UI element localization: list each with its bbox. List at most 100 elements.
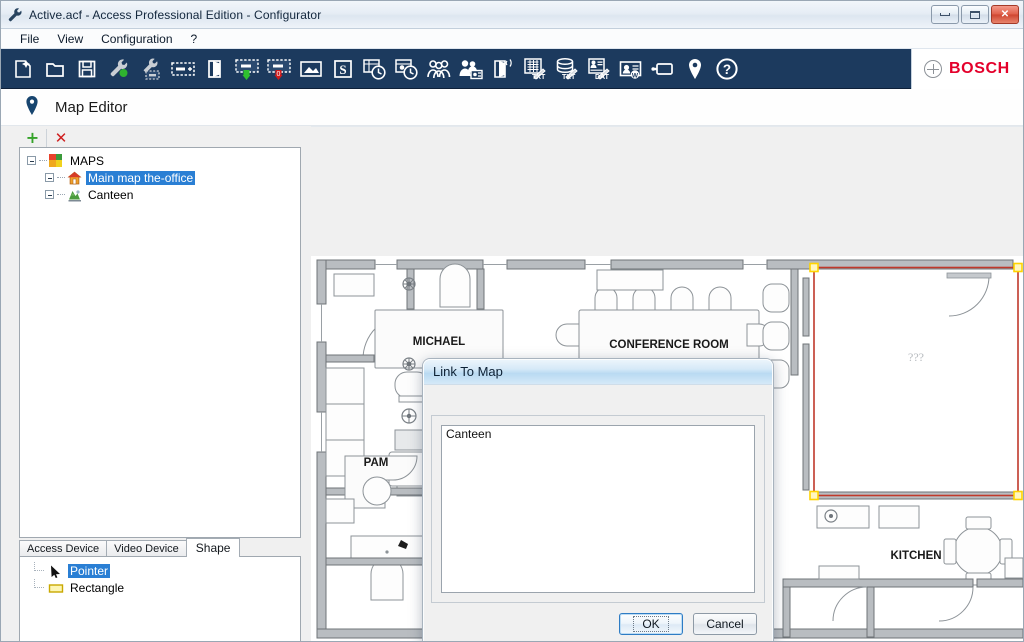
menu-bar: File View Configuration ? — [1, 29, 1023, 49]
configurator-window: Active.acf - Access Professional Edition… — [0, 0, 1024, 642]
delete-map-button[interactable]: ✕ — [47, 129, 75, 147]
minimize-button[interactable] — [931, 5, 959, 24]
dialog-title: Link To Map — [433, 364, 503, 379]
panel-tab-strip: Access Device Video Device Shape — [19, 538, 301, 557]
door-icon[interactable] — [199, 52, 231, 86]
canteen-icon — [67, 188, 82, 202]
expander-icon[interactable] — [45, 173, 54, 182]
tree-node-maps[interactable]: MAPS — [20, 152, 300, 169]
bosch-brand: BOSCH — [911, 49, 1023, 89]
s-calendar-icon[interactable]: S — [327, 52, 359, 86]
shape-list[interactable]: Pointer Rectangle — [19, 556, 301, 641]
tab-access-device[interactable]: Access Device — [19, 540, 108, 557]
tree-connector — [34, 579, 44, 588]
db-txt-icon[interactable]: TXT — [551, 52, 583, 86]
plus-icon: + — [25, 128, 40, 147]
day-model-clock-icon[interactable] — [359, 52, 391, 86]
room-label-michael: MICHAEL — [413, 336, 465, 348]
close-button[interactable]: ✕ — [991, 5, 1019, 24]
window-titlebar: Active.acf - Access Professional Edition… — [1, 1, 1023, 29]
menu-item-configuration[interactable]: Configuration — [92, 30, 181, 48]
maximize-button[interactable] — [961, 5, 989, 24]
tree-connector — [57, 177, 65, 178]
card-reader-icon[interactable] — [167, 52, 199, 86]
persons-group-icon[interactable] — [423, 52, 455, 86]
svg-text:?: ? — [723, 62, 731, 77]
menu-item-file[interactable]: File — [11, 30, 48, 48]
cancel-button-label: Cancel — [706, 617, 744, 631]
svg-text:DAT: DAT — [595, 74, 610, 81]
svg-text:TXT: TXT — [562, 74, 576, 81]
house-icon — [67, 171, 82, 185]
bosch-emblem-icon — [924, 60, 942, 78]
new-file-icon[interactable] — [7, 52, 39, 86]
help-question-icon[interactable]: ? — [711, 52, 743, 86]
page-title: Map Editor — [55, 98, 128, 116]
tab-shape[interactable]: Shape — [185, 538, 241, 557]
dialog-body: Canteen OK Cancel — [423, 385, 773, 641]
map-link-listbox[interactable]: Canteen — [441, 425, 755, 593]
window-title: Active.acf - Access Professional Edition… — [29, 7, 322, 22]
time-model-clock-icon[interactable] — [391, 52, 423, 86]
main-toolbar: 0 S TXT TXT DAT W ? BOSCH — [1, 49, 1023, 89]
expander-icon[interactable] — [27, 156, 36, 165]
tree-node-label: Canteen — [88, 187, 134, 202]
tab-video-device[interactable]: Video Device — [106, 540, 187, 557]
wrench-green-icon[interactable] — [103, 52, 135, 86]
room-label-conference: CONFERENCE ROOM — [609, 339, 728, 351]
selection-label: ??? — [908, 350, 924, 364]
dialog-titlebar: Link To Map — [423, 359, 773, 385]
card-w-icon[interactable]: W — [615, 52, 647, 86]
ok-button-label: OK — [633, 616, 669, 632]
reader-signal-icon[interactable] — [487, 52, 519, 86]
bosch-wordmark: BOSCH — [949, 60, 1010, 77]
tree-node-label: MAPS — [70, 153, 105, 168]
tree-node-main-map[interactable]: Main map the-office — [20, 169, 300, 186]
tree-toolbar: + ✕ — [19, 129, 75, 147]
dialog-group-panel: Canteen — [431, 415, 765, 603]
maps-tree[interactable]: MAPS Main map the-office Canteen — [19, 147, 301, 538]
tree-connector — [34, 562, 44, 571]
window-controls: ✕ — [931, 5, 1019, 24]
shape-item-rectangle[interactable]: Rectangle — [20, 579, 300, 596]
card-red-arrow-icon[interactable]: 0 — [263, 52, 295, 86]
menu-item-view[interactable]: View — [48, 30, 92, 48]
menu-item-help[interactable]: ? — [182, 30, 207, 48]
area-icon[interactable] — [295, 52, 327, 86]
dialog-button-row: OK Cancel — [619, 613, 757, 635]
tree-connector — [39, 160, 47, 161]
cancel-button[interactable]: Cancel — [693, 613, 757, 635]
shape-item-label: Pointer — [68, 563, 111, 578]
room-label-pam: PAM — [364, 457, 389, 469]
add-map-button[interactable]: + — [19, 129, 47, 147]
expander-icon[interactable] — [45, 190, 54, 199]
data-report-icon[interactable]: DAT — [583, 52, 615, 86]
svg-text:S: S — [339, 62, 346, 77]
open-folder-icon[interactable] — [39, 52, 71, 86]
card-green-arrow-icon[interactable] — [231, 52, 263, 86]
pointer-arrow-icon — [48, 564, 64, 578]
maps-folder-icon — [49, 153, 64, 168]
tree-connector — [57, 194, 65, 195]
wrench-icon — [7, 7, 23, 23]
svg-text:TXT: TXT — [532, 74, 546, 81]
save-floppy-icon[interactable] — [71, 52, 103, 86]
map-pin-icon — [23, 94, 41, 121]
page-header: Map Editor — [1, 89, 1023, 126]
person-card-icon[interactable] — [455, 52, 487, 86]
shape-item-pointer[interactable]: Pointer — [20, 562, 300, 579]
list-item[interactable]: Canteen — [442, 426, 754, 442]
txt-report-icon[interactable]: TXT — [519, 52, 551, 86]
delete-x-icon: ✕ — [54, 128, 68, 147]
link-to-map-dialog: Link To Map Canteen OK Cancel — [423, 359, 773, 641]
ok-button[interactable]: OK — [619, 613, 683, 635]
svg-text:0: 0 — [277, 71, 281, 78]
room-label-kitchen: KITCHEN — [890, 550, 941, 562]
shape-item-label: Rectangle — [70, 580, 125, 595]
map-pin-icon[interactable] — [679, 52, 711, 86]
yellow-rectangle-icon — [48, 581, 64, 595]
tree-node-canteen[interactable]: Canteen — [20, 186, 300, 203]
wrench-card-icon[interactable] — [135, 52, 167, 86]
left-panel: + ✕ MAPS Main map the-office Canteen Acc… — [1, 126, 311, 641]
video-camera-icon[interactable] — [647, 52, 679, 86]
